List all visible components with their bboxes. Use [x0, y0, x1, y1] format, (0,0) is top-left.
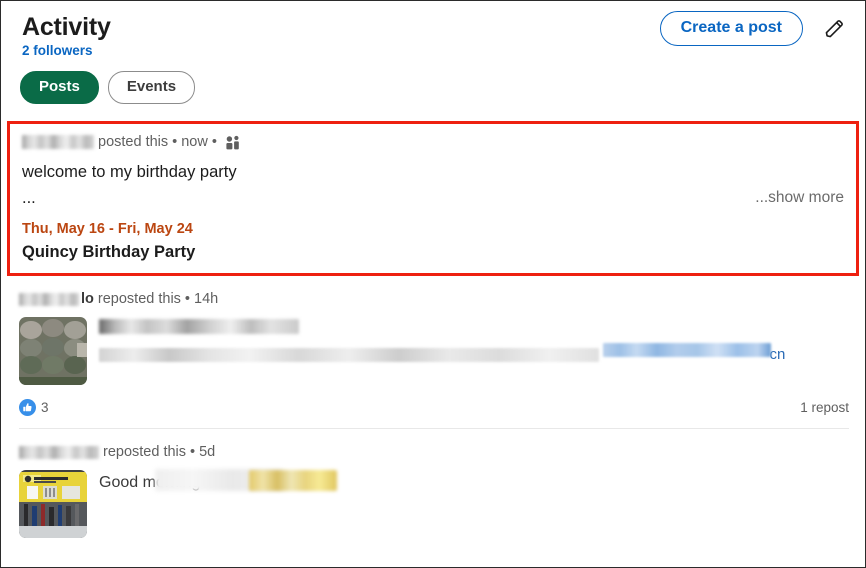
feed-post-repost-booth[interactable]: reposted this • 5d Good morning: [1, 442, 865, 538]
create-post-button[interactable]: Create a post: [659, 11, 803, 46]
post-timestamp: now: [181, 134, 208, 150]
thumbs-up-icon: [19, 399, 36, 416]
meta-separator: •: [184, 291, 190, 307]
repost-link-redacted[interactable]: [603, 343, 772, 357]
meta-separator-2: •: [211, 134, 217, 150]
repost-count[interactable]: 1 repost: [800, 400, 849, 415]
repost-link-suffix[interactable]: cn: [769, 346, 785, 363]
repost-description-redacted: [99, 347, 599, 362]
post-thumbnail-bolts[interactable]: [19, 317, 87, 385]
repost-text-column: cn: [99, 317, 849, 385]
event-title[interactable]: Quincy Birthday Party: [22, 241, 844, 263]
pencil-icon[interactable]: [819, 14, 849, 44]
post-social-row: 3 1 repost: [19, 399, 849, 416]
repost-content: cn: [19, 317, 849, 385]
repost-text-column: Good morning: [99, 469, 849, 538]
post-timestamp: 5d: [199, 444, 216, 460]
actor-name-redacted: [19, 292, 79, 306]
post-meta: posted this • now •: [22, 132, 844, 152]
repost-body-text: Good morning: [99, 469, 849, 494]
repost-emoji-redacted: [249, 470, 337, 491]
post-divider: [19, 428, 849, 429]
feed-post-event[interactable]: posted this • now • welcome to my birthd…: [7, 121, 859, 276]
post-action-label: reposted this: [103, 444, 187, 460]
post-action-label: reposted this: [97, 291, 181, 307]
post-body: welcome to my birthday party: [22, 163, 237, 181]
post-action-label: posted this: [98, 134, 169, 150]
feed-post-repost-bolts[interactable]: lo reposted this • 14h cn 3 1 repost: [1, 289, 865, 429]
post-meta: reposted this • 5d: [19, 442, 849, 462]
post-meta: lo reposted this • 14h: [19, 289, 849, 309]
filter-pill-posts[interactable]: Posts: [20, 71, 99, 104]
meta-separator: •: [190, 444, 196, 460]
activity-feed: posted this • now • welcome to my birthd…: [1, 119, 865, 538]
page-header: Activity 2 followers Create a post: [1, 1, 865, 67]
actor-name-redacted: [22, 135, 94, 149]
actor-name-redacted: [19, 445, 99, 459]
activity-page: Activity 2 followers Create a post Posts…: [0, 0, 866, 568]
followers-link[interactable]: 2 followers: [22, 42, 111, 59]
filter-pill-events[interactable]: Events: [107, 71, 196, 104]
repost-content: Good morning: [19, 469, 849, 538]
show-more-link[interactable]: ...show more: [755, 188, 844, 208]
meta-separator: •: [172, 134, 178, 150]
title-block: Activity 2 followers: [22, 13, 111, 59]
post-truncation-ellipsis: ...: [22, 189, 36, 207]
group-visibility-icon: [224, 135, 241, 150]
post-timestamp: 14h: [194, 291, 219, 307]
reaction-count: 3: [41, 400, 49, 415]
post-truncation-row: ... ...show more: [22, 188, 844, 208]
actor-name-visible-fragment: lo: [81, 291, 94, 307]
repost-description-row: cn: [99, 343, 849, 366]
header-actions: Create a post: [659, 11, 849, 46]
page-title: Activity: [22, 13, 111, 41]
reactions-group[interactable]: 3: [19, 399, 49, 416]
filter-pills: Posts Events: [20, 71, 196, 104]
post-thumbnail-booth[interactable]: [19, 470, 87, 538]
event-date-range: Thu, May 16 - Fri, May 24: [22, 221, 193, 237]
repost-headline-redacted: [99, 319, 299, 334]
